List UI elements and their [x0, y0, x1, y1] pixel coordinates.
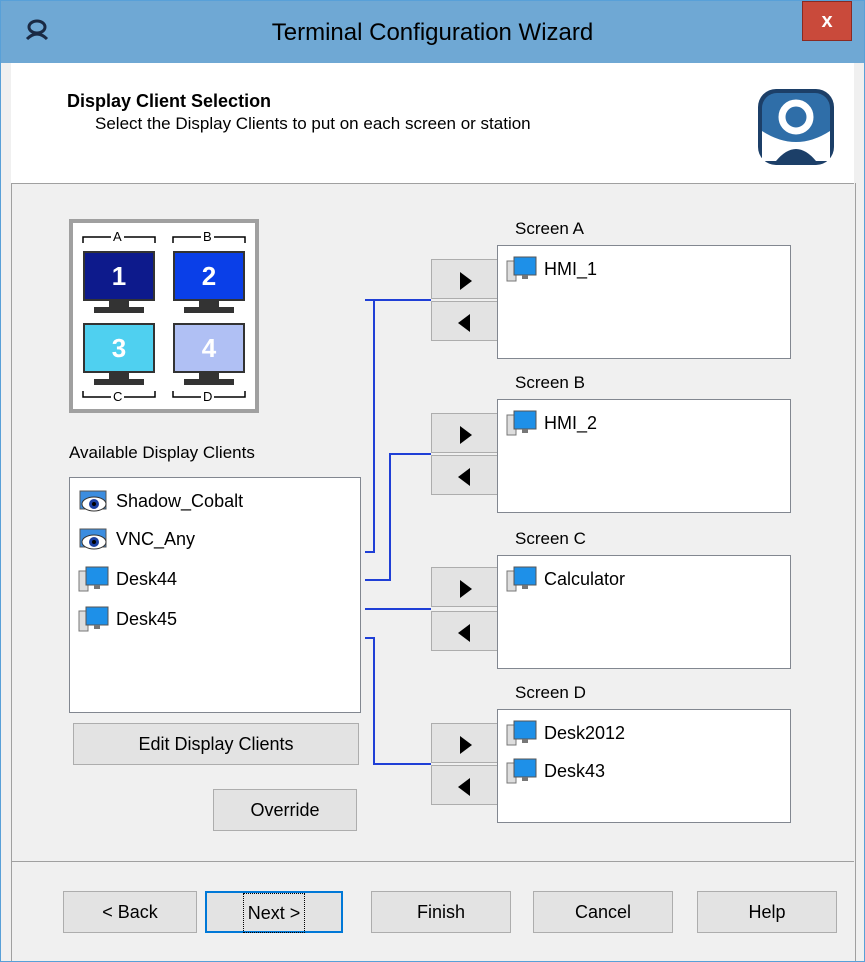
list-item[interactable]: Desk2012 — [504, 718, 625, 748]
list-item[interactable]: Calculator — [504, 564, 625, 594]
available-clients-label: Available Display Clients — [69, 443, 255, 462]
screen-c-list[interactable]: Calculator — [497, 555, 791, 669]
list-item-label: VNC_Any — [116, 528, 196, 549]
screen-b-label: Screen B — [515, 373, 585, 392]
back-button[interactable]: < Back — [63, 891, 197, 933]
screen-c-label: Screen C — [515, 529, 586, 548]
footer-separator — [11, 861, 854, 862]
screen-b-list[interactable]: HMI_2 — [497, 399, 791, 513]
add-to-screen-d-button[interactable] — [431, 723, 499, 763]
add-to-screen-b-button[interactable] — [431, 413, 499, 453]
list-item[interactable]: Desk43 — [504, 756, 605, 786]
list-item[interactable]: Desk44 — [76, 564, 177, 594]
monitor-layout-preview: A B C D 1 2 3 4 — [69, 219, 259, 413]
edit-display-clients-button[interactable]: Edit Display Clients — [73, 723, 359, 765]
list-item-label: Desk45 — [116, 608, 178, 629]
connector-a-stub — [365, 551, 375, 553]
thinmanager-logo-icon — [758, 89, 834, 165]
list-item[interactable]: Shadow_Cobalt — [76, 486, 243, 516]
monitor-1: 1 — [83, 251, 155, 301]
arrow-right-icon — [460, 272, 472, 290]
computer-icon — [506, 720, 537, 746]
list-item-label: Calculator — [544, 568, 626, 589]
arrow-left-icon — [458, 778, 470, 796]
arrow-left-icon — [458, 314, 470, 332]
available-clients-list[interactable]: Shadow_Cobalt VNC_Any Desk44 Desk45 — [69, 477, 361, 713]
remove-from-screen-c-button[interactable] — [431, 611, 499, 651]
list-item-label: Desk44 — [116, 568, 178, 589]
monitor-2: 2 — [173, 251, 245, 301]
title-bar[interactable]: Terminal Configuration Wizard x — [1, 1, 864, 63]
eye-icon — [79, 490, 107, 512]
remove-from-screen-a-button[interactable] — [431, 301, 499, 341]
eye-icon — [79, 528, 107, 550]
arrow-right-icon — [460, 736, 472, 754]
monitor-label-d: D — [201, 389, 215, 404]
computer-icon — [78, 606, 109, 632]
arrow-right-icon — [460, 580, 472, 598]
help-button[interactable]: Help — [697, 891, 837, 933]
connector-a-vertical — [373, 299, 375, 551]
list-item-label: HMI_1 — [544, 258, 598, 279]
monitor-4-base — [184, 379, 234, 385]
connector-d-horizontal — [373, 763, 431, 765]
remove-from-screen-b-button[interactable] — [431, 455, 499, 495]
monitor-label-a: A — [111, 229, 124, 244]
arrow-left-icon — [458, 624, 470, 642]
connector-b-stub — [365, 579, 391, 581]
override-button[interactable]: Override — [213, 789, 357, 831]
remove-from-screen-d-button[interactable] — [431, 765, 499, 805]
list-item[interactable]: Desk45 — [76, 604, 177, 634]
list-item-label: Desk2012 — [544, 722, 626, 743]
finish-button[interactable]: Finish — [371, 891, 511, 933]
screen-a-list[interactable]: HMI_1 — [497, 245, 791, 359]
connector-d-vertical — [373, 637, 375, 765]
monitor-2-base — [184, 307, 234, 313]
monitor-3: 3 — [83, 323, 155, 373]
computer-icon — [506, 566, 537, 592]
computer-icon — [506, 758, 537, 784]
arrow-right-icon — [460, 426, 472, 444]
page-title: Display Client Selection — [67, 91, 272, 111]
arrow-left-icon — [458, 468, 470, 486]
computer-icon — [78, 566, 109, 592]
connector-b-vertical — [389, 453, 391, 581]
add-to-screen-a-button[interactable] — [431, 259, 499, 299]
computer-icon — [506, 410, 537, 436]
monitor-label-b: B — [201, 229, 214, 244]
screen-d-list[interactable]: Desk2012 Desk43 — [497, 709, 791, 823]
close-button[interactable]: x — [802, 1, 852, 41]
next-button[interactable]: Next > — [205, 891, 343, 933]
screen-d-label: Screen D — [515, 683, 586, 702]
connector-c — [365, 608, 431, 610]
monitor-label-c: C — [111, 389, 125, 404]
monitor-1-base — [94, 307, 144, 313]
window-title: Terminal Configuration Wizard — [271, 19, 594, 46]
monitor-4: 4 — [173, 323, 245, 373]
list-item-label: Shadow_Cobalt — [116, 490, 244, 511]
list-item[interactable]: HMI_1 — [504, 254, 597, 284]
cancel-button[interactable]: Cancel — [533, 891, 673, 933]
add-to-screen-c-button[interactable] — [431, 567, 499, 607]
connector-b-horizontal — [389, 453, 431, 455]
monitor-3-base — [94, 379, 144, 385]
computer-icon — [506, 256, 537, 282]
next-button-label: Next > — [242, 893, 306, 933]
list-item[interactable]: VNC_Any — [76, 524, 195, 554]
page-subtitle: Select the Display Clients to put on eac… — [95, 114, 531, 133]
list-item[interactable]: HMI_2 — [504, 408, 597, 438]
screen-a-label: Screen A — [515, 219, 584, 238]
wizard-window: Terminal Configuration Wizard x Display … — [0, 0, 865, 962]
list-item-label: Desk43 — [544, 760, 606, 781]
wizard-header: Display Client Selection Select the Disp… — [11, 63, 854, 184]
list-item-label: HMI_2 — [544, 412, 598, 433]
